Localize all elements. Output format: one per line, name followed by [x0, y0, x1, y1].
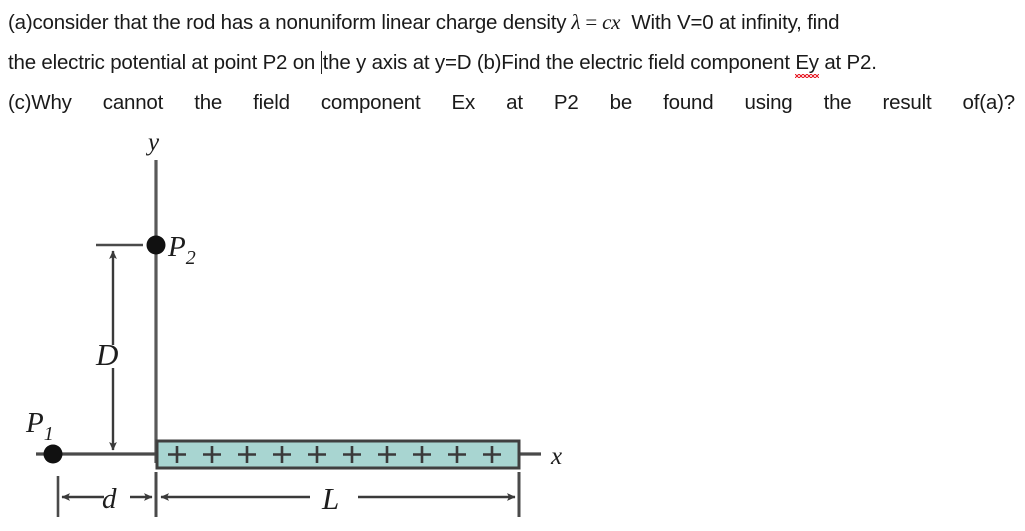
line3-word-4: component [320, 91, 421, 114]
problem-line-1-tail: With V=0 at infinity, find [631, 11, 840, 34]
dimension-l-label: L [321, 481, 339, 516]
problem-line-2-before-caret: the electric potential at point P2 on [8, 51, 316, 74]
text-cursor[interactable] [320, 51, 322, 74]
line3-word-0: (c)Why [8, 91, 72, 114]
lambda-symbol: λ [571, 10, 581, 34]
point-p1-label: P1 [25, 407, 54, 445]
line3-word-1: cannot [102, 91, 164, 114]
line3-word-9: found [663, 91, 714, 114]
misspelled-word-ey: Ey [795, 51, 819, 74]
charged-rod-diagram: y x P1 P2 D d L [0, 120, 600, 531]
line3-word-10: using [744, 91, 793, 114]
cx-expression: cx [602, 10, 621, 34]
problem-line-2: the electric potential at point P2 on th… [8, 43, 1018, 83]
problem-line-2-tail: at P2. [824, 51, 877, 74]
line3-word-2: the [194, 91, 223, 114]
point-p2-marker [146, 235, 166, 255]
line3-word-8: be [609, 91, 633, 114]
dimension-d-vertical-label: D [95, 337, 118, 372]
line3-word-5: Ex [451, 91, 476, 114]
problem-statement: (a)consider that the rod has a nonunifor… [8, 2, 1018, 123]
y-axis-label: y [145, 129, 160, 156]
line3-word-12: result [882, 91, 932, 114]
problem-line-2-after-caret: the y axis at y=D (b)Find the electric f… [322, 51, 790, 74]
problem-line-1-part-a: (a)consider that the rod has a nonunifor… [8, 11, 567, 34]
x-axis-label: x [550, 443, 562, 470]
point-p1-marker [43, 444, 63, 464]
line3-word-3: field [253, 91, 290, 114]
line3-word-6: at [506, 91, 523, 114]
line3-word-11: the [823, 91, 852, 114]
line3-word-7: P2 [553, 91, 579, 114]
point-p2-label: P2 [167, 231, 196, 269]
line3-word-13: of(a)? [962, 91, 1016, 114]
equals-symbol: = [585, 10, 597, 34]
dimension-d-horizontal-label: d [102, 483, 117, 515]
problem-line-3: (c)Why cannot the field component Ex at … [8, 83, 1015, 123]
problem-line-1: (a)consider that the rod has a nonunifor… [8, 2, 1018, 43]
